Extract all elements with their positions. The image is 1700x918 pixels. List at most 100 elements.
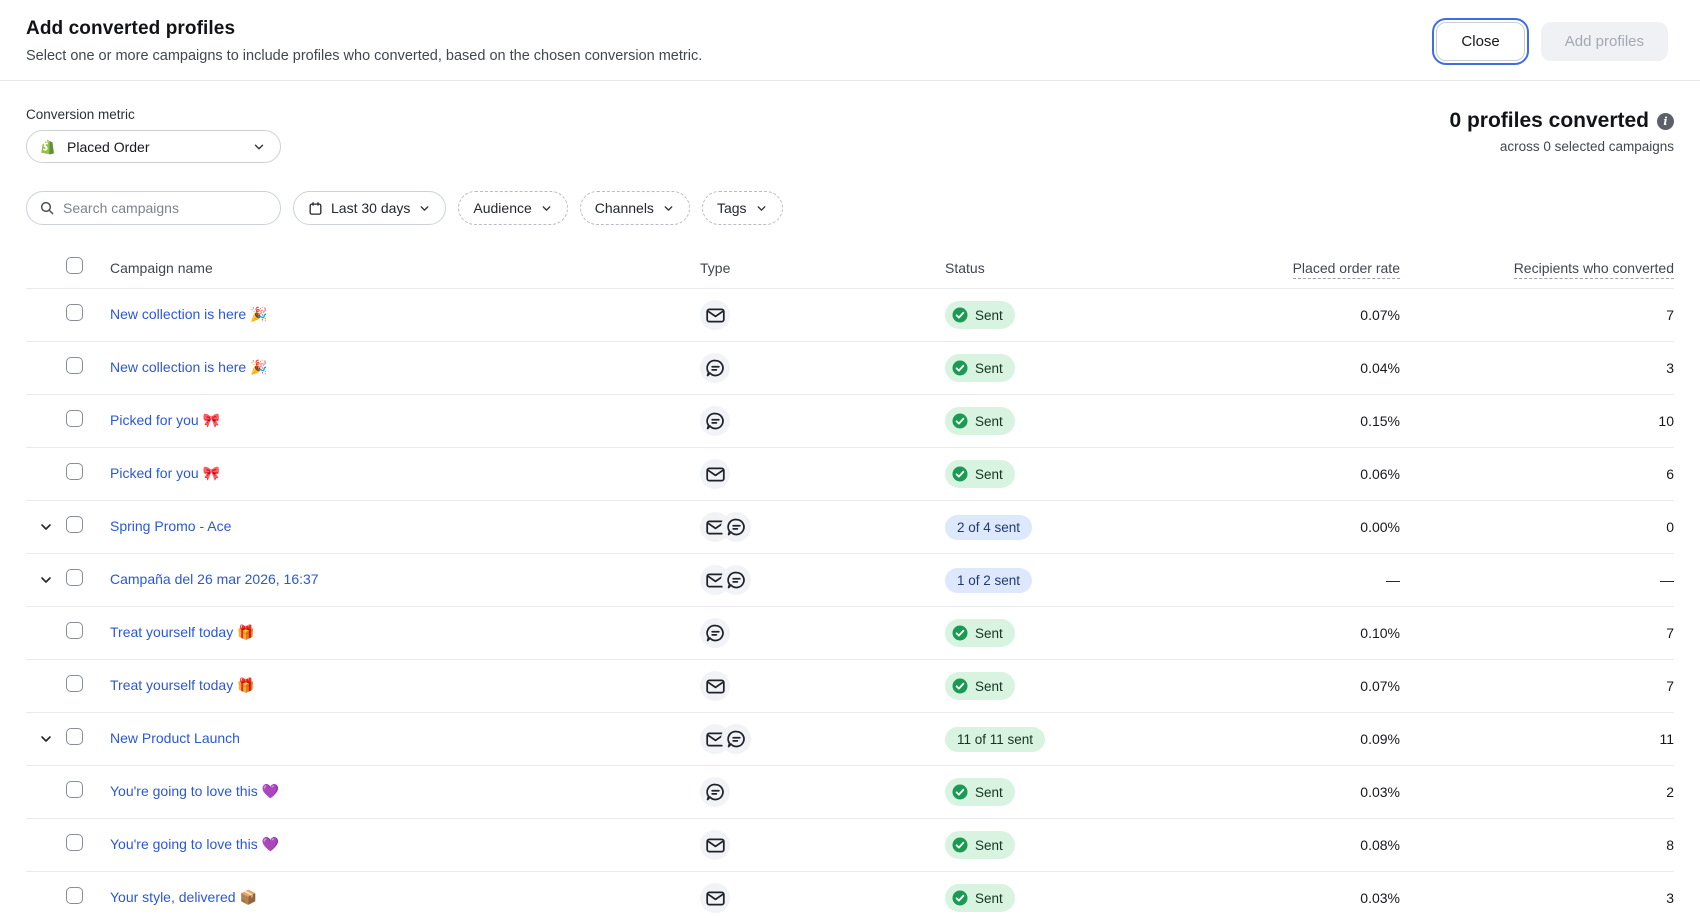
campaign-name-link[interactable]: New collection is here 🎉 [110, 359, 268, 375]
chevron-down-icon [252, 140, 266, 154]
campaign-name-link[interactable]: Campaña del 26 mar 2026, 16:37 [110, 571, 319, 587]
recipients-converted-value: 7 [1400, 625, 1674, 641]
status-cell: Sent [945, 619, 1180, 647]
recipients-converted-value: 7 [1400, 307, 1674, 323]
campaign-type-cell [700, 300, 945, 330]
row-checkbox[interactable] [66, 463, 83, 480]
campaign-type-cell [700, 671, 945, 701]
audience-filter-label: Audience [473, 200, 531, 216]
campaign-type-cell [700, 353, 945, 383]
date-range-filter[interactable]: Last 30 days [293, 191, 446, 225]
row-expander-cell [26, 727, 66, 751]
recipients-converted-value: 0 [1400, 519, 1674, 535]
row-checkbox[interactable] [66, 887, 83, 904]
row-checkbox[interactable] [66, 728, 83, 745]
campaign-type-cell [700, 883, 945, 913]
campaign-name-cell: New collection is here 🎉 [110, 359, 700, 377]
campaign-name-link[interactable]: New collection is here 🎉 [110, 306, 268, 322]
placed-order-rate-value: 0.03% [1180, 890, 1400, 906]
expand-row-chevron-icon[interactable] [34, 568, 58, 592]
placed-order-rate-value: 0.04% [1180, 360, 1400, 376]
recipients-converted-value: — [1400, 572, 1674, 588]
selected-campaigns-subtext: across 0 selected campaigns [1449, 139, 1674, 154]
status-badge: Sent [945, 301, 1015, 329]
table-row: Picked for you 🎀Sent0.15%10 [26, 395, 1674, 448]
tags-filter[interactable]: Tags [702, 191, 783, 225]
search-icon [39, 200, 55, 216]
campaign-name-link[interactable]: Treat yourself today 🎁 [110, 624, 255, 640]
check-circle-icon [951, 677, 969, 695]
row-checkbox[interactable] [66, 357, 83, 374]
sms-icon [700, 353, 730, 383]
row-checkbox[interactable] [66, 781, 83, 798]
recipients-converted-value: 3 [1400, 890, 1674, 906]
expand-row-chevron-icon[interactable] [34, 727, 58, 751]
campaign-name-link[interactable]: You're going to love this 💜 [110, 783, 279, 799]
placed-order-rate-value: 0.09% [1180, 731, 1400, 747]
campaign-name-link[interactable]: You're going to love this 💜 [110, 836, 279, 852]
campaign-type-cell [700, 459, 945, 489]
conversion-metric-select[interactable]: Placed Order [26, 130, 281, 163]
sms-icon [700, 406, 730, 436]
recipients-converted-value: 2 [1400, 784, 1674, 800]
status-cell: Sent [945, 778, 1180, 806]
search-input[interactable] [63, 200, 268, 216]
column-campaign-name: Campaign name [110, 260, 700, 276]
sms-icon [721, 512, 751, 542]
modal-actions: Close Add profiles [1436, 18, 1674, 61]
check-circle-icon [951, 465, 969, 483]
audience-filter[interactable]: Audience [458, 191, 567, 225]
channels-filter[interactable]: Channels [580, 191, 690, 225]
column-recipients-converted[interactable]: Recipients who converted [1400, 260, 1674, 276]
recipients-converted-value: 6 [1400, 466, 1674, 482]
row-checkbox[interactable] [66, 675, 83, 692]
campaign-type-cell [700, 512, 945, 542]
column-placed-order-rate[interactable]: Placed order rate [1180, 260, 1400, 276]
status-badge: Sent [945, 672, 1015, 700]
placed-order-rate-value: 0.08% [1180, 837, 1400, 853]
info-icon[interactable]: i [1657, 113, 1674, 130]
table-row: Treat yourself today 🎁Sent0.10%7 [26, 607, 1674, 660]
recipients-converted-value: 10 [1400, 413, 1674, 429]
recipients-converted-value: 8 [1400, 837, 1674, 853]
row-checkbox[interactable] [66, 569, 83, 586]
campaign-name-link[interactable]: Your style, delivered 📦 [110, 889, 257, 905]
row-checkbox-cell [66, 516, 110, 538]
channels-filter-label: Channels [595, 200, 654, 216]
status-badge: Sent [945, 407, 1015, 435]
email-icon [700, 883, 730, 913]
placed-order-rate-value: 0.07% [1180, 307, 1400, 323]
campaign-type-cell [700, 724, 945, 754]
campaign-name-cell: Treat yourself today 🎁 [110, 624, 700, 642]
row-checkbox[interactable] [66, 622, 83, 639]
chevron-down-icon [662, 202, 675, 215]
row-checkbox[interactable] [66, 304, 83, 321]
expand-row-chevron-icon[interactable] [34, 515, 58, 539]
table-row: You're going to love this 💜Sent0.08%8 [26, 819, 1674, 872]
campaign-name-link[interactable]: Picked for you 🎀 [110, 412, 220, 428]
row-checkbox-cell [66, 357, 110, 379]
placed-order-rate-value: 0.06% [1180, 466, 1400, 482]
campaign-name-link[interactable]: Treat yourself today 🎁 [110, 677, 255, 693]
status-badge: 2 of 4 sent [945, 515, 1032, 540]
row-checkbox-cell [66, 410, 110, 432]
campaign-name-link[interactable]: Spring Promo - Ace [110, 518, 231, 534]
row-checkbox[interactable] [66, 410, 83, 427]
close-button[interactable]: Close [1436, 22, 1524, 61]
check-circle-icon [951, 306, 969, 324]
row-checkbox[interactable] [66, 834, 83, 851]
status-cell: Sent [945, 672, 1180, 700]
metric-summary-row: Conversion metric Placed Order 0 profile… [26, 107, 1674, 163]
add-profiles-button[interactable]: Add profiles [1541, 22, 1668, 61]
campaign-name-link[interactable]: New Product Launch [110, 730, 240, 746]
status-cell: 1 of 2 sent [945, 568, 1180, 593]
recipients-converted-value: 3 [1400, 360, 1674, 376]
select-all-checkbox[interactable] [66, 257, 83, 274]
row-checkbox-cell [66, 304, 110, 326]
chevron-down-icon [418, 202, 431, 215]
check-circle-icon [951, 889, 969, 907]
row-checkbox-cell [66, 675, 110, 697]
row-checkbox[interactable] [66, 516, 83, 533]
conversion-metric-label: Conversion metric [26, 107, 281, 122]
campaign-name-link[interactable]: Picked for you 🎀 [110, 465, 220, 481]
